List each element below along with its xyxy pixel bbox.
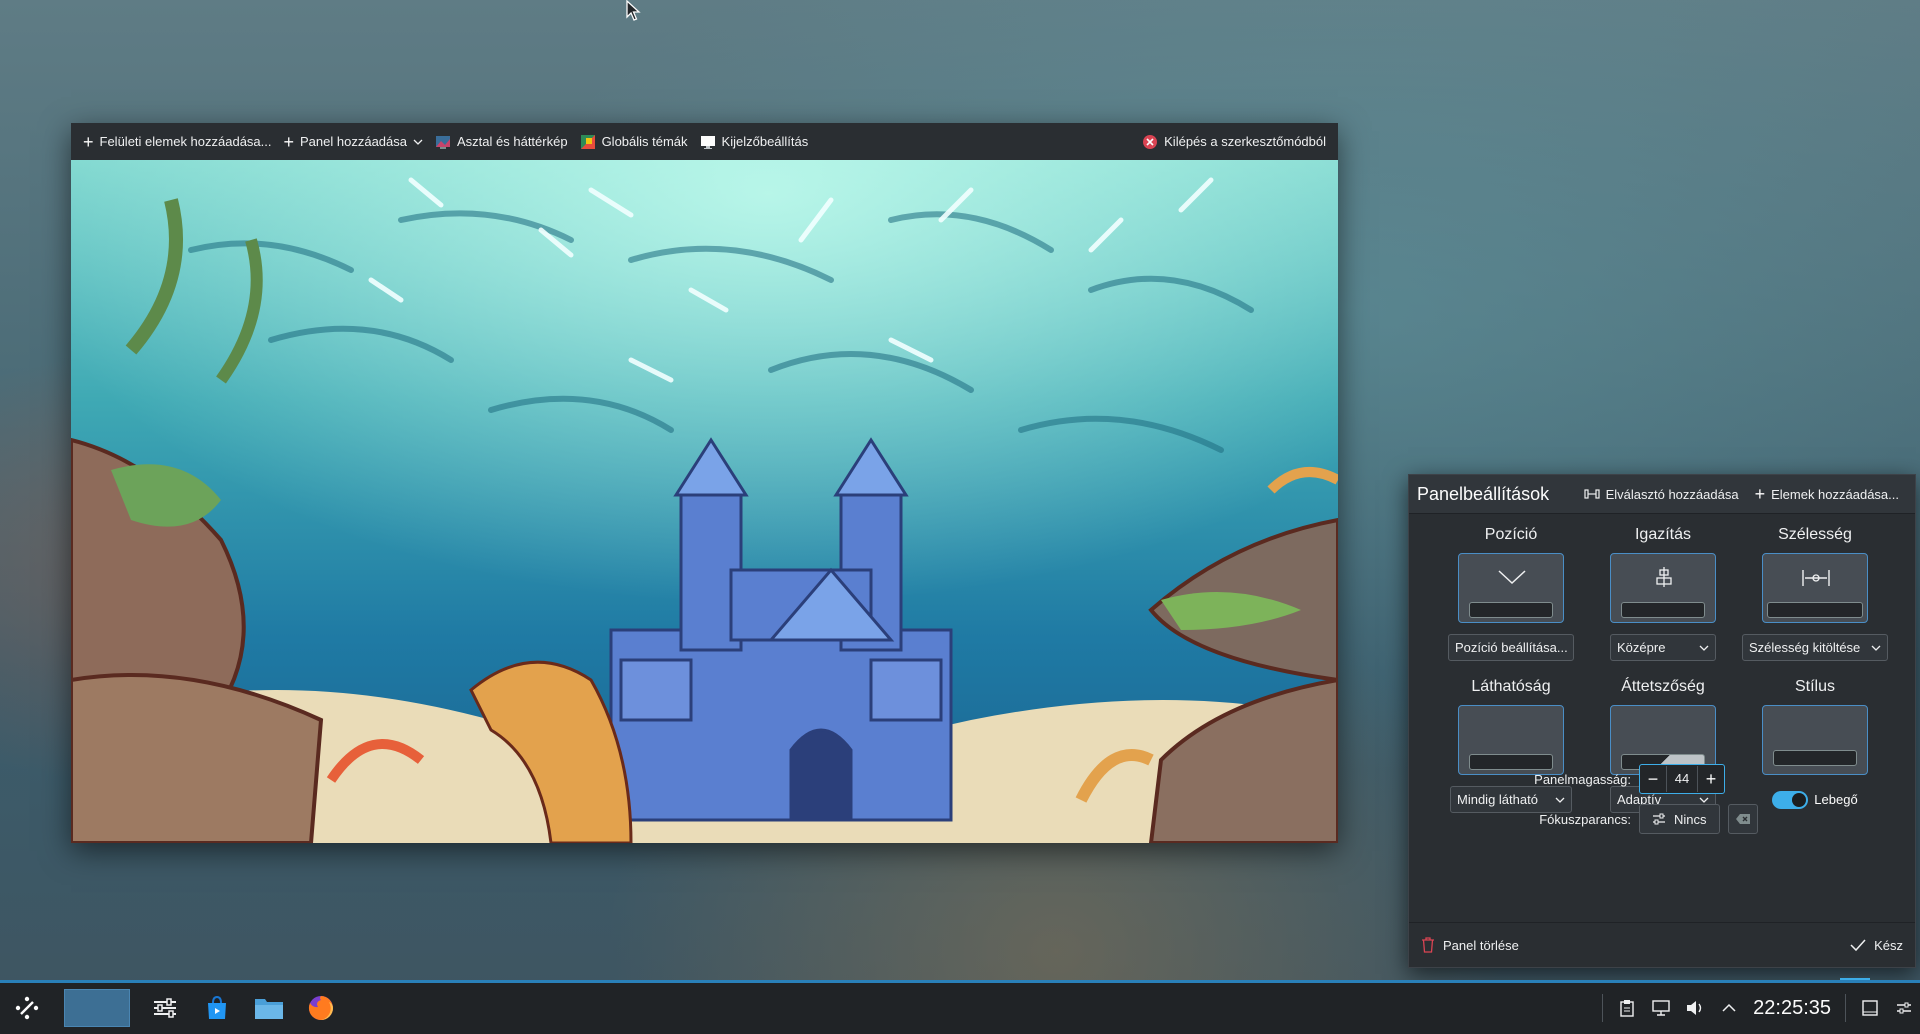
focus-shortcut-value: Nincs xyxy=(1674,811,1707,827)
trash-icon xyxy=(1422,937,1434,953)
edit-mode-toolbar: + Felületi elemek hozzáadása... + Panel … xyxy=(71,123,1338,160)
chevron-down-icon xyxy=(1699,645,1709,651)
mouse-cursor-icon xyxy=(626,0,641,21)
backspace-icon xyxy=(1735,814,1750,824)
align-center-icon xyxy=(1656,567,1672,587)
global-themes-label: Globális témák xyxy=(601,134,688,149)
application-launcher-icon[interactable] xyxy=(6,987,48,1029)
chevron-down-icon xyxy=(1871,645,1881,651)
tray-separator xyxy=(1845,994,1846,1022)
edit-mode-desktop-preview: + Felületi elemek hozzáadása... + Panel … xyxy=(71,123,1338,843)
visibility-label: Láthatóság xyxy=(1471,678,1551,695)
width-preview[interactable] xyxy=(1762,553,1868,623)
delete-panel-label: Panel törlése xyxy=(1443,937,1519,953)
chevron-down-icon xyxy=(413,139,423,145)
focus-shortcut-row: Fókuszparancs: Nincs xyxy=(1409,804,1915,834)
checkmark-icon xyxy=(1850,939,1866,952)
style-label: Stílus xyxy=(1794,678,1835,695)
alignment-preview[interactable] xyxy=(1610,553,1716,623)
done-label: Kész xyxy=(1874,937,1903,953)
configure-shortcut-icon xyxy=(1653,813,1665,825)
opacity-label: Áttetszőség xyxy=(1621,678,1705,695)
position-option: Pozíció Pozíció beállítása... xyxy=(1431,523,1591,661)
discover-icon[interactable] xyxy=(196,987,238,1029)
alignment-value: Középre xyxy=(1617,640,1666,655)
display-settings-button[interactable]: Kijelzőbeállítás xyxy=(694,127,815,157)
focus-shortcut-label: Fókuszparancs: xyxy=(1539,811,1631,827)
panel-height-label: Panelmagasság: xyxy=(1534,771,1631,787)
position-label: Pozíció xyxy=(1484,526,1538,543)
clear-shortcut-button[interactable] xyxy=(1727,804,1758,834)
panel-configure-icon[interactable] xyxy=(1894,998,1914,1018)
add-widgets-button[interactable]: + Felületi elemek hozzáadása... xyxy=(77,127,278,157)
desktop-wallpaper-label: Asztal és háttérkép xyxy=(457,134,568,149)
virtual-desktop-pager[interactable] xyxy=(64,989,130,1027)
panel-height-spinbox[interactable]: − 44 + xyxy=(1639,764,1725,794)
add-widgets-panel-button[interactable]: + Elemek hozzáadása... xyxy=(1747,485,1907,503)
fill-width-icon xyxy=(1802,570,1830,586)
plus-icon: + xyxy=(83,131,94,152)
wallpaper-icon xyxy=(436,135,450,149)
chevron-up-icon[interactable] xyxy=(1719,998,1739,1018)
volume-icon[interactable] xyxy=(1685,998,1705,1018)
spacer-icon xyxy=(1583,489,1600,499)
panel-height-value[interactable]: 44 xyxy=(1666,766,1698,792)
panel-settings-title: Panelbeállítások xyxy=(1417,483,1550,504)
alignment-option: Igazítás Középre xyxy=(1583,523,1743,661)
close-circle-icon xyxy=(1143,134,1158,149)
chevron-down-icon xyxy=(1699,797,1709,803)
position-preview[interactable] xyxy=(1458,553,1564,623)
plus-icon: + xyxy=(283,131,295,152)
add-panel-label: Panel hozzáadása xyxy=(300,134,407,149)
increase-button[interactable]: + xyxy=(1698,769,1724,790)
plus-icon: + xyxy=(1754,484,1766,504)
panel-settings-footer: Panel törlése Kész xyxy=(1409,922,1915,967)
global-themes-icon xyxy=(580,134,595,149)
digital-clock[interactable]: 22:25:35 xyxy=(1753,997,1831,1020)
firefox-icon[interactable] xyxy=(300,987,342,1029)
panel-bar-preview xyxy=(1621,602,1705,618)
chevron-down-icon xyxy=(1498,570,1526,585)
done-button[interactable]: Kész xyxy=(1850,938,1903,953)
alignment-select[interactable]: Középre xyxy=(1610,634,1716,661)
position-select-button[interactable]: Pozíció beállítása... xyxy=(1448,634,1574,661)
tray-separator xyxy=(1602,994,1604,1022)
taskbar-panel: 22:25:35 xyxy=(0,980,1920,1034)
panel-bar-preview xyxy=(1469,602,1553,618)
add-widgets-label: Felületi elemek hozzáadása... xyxy=(99,134,272,149)
delete-panel-button[interactable]: Panel törlése xyxy=(1421,937,1519,953)
underwater-castle-wallpaper xyxy=(71,160,1338,843)
desktop-wallpaper-button[interactable]: Asztal és háttérkép xyxy=(429,127,574,157)
panel-height-row: Panelmagasság: − 44 + xyxy=(1409,764,1915,794)
display-settings-label: Kijelzőbeállítás xyxy=(721,134,809,149)
add-panel-button[interactable]: + Panel hozzáadása xyxy=(278,127,430,157)
position-value: Pozíció beállítása... xyxy=(1455,640,1568,655)
width-select[interactable]: Szélesség kitöltése xyxy=(1742,634,1888,661)
exit-edit-mode-label: Kilépés a szerkesztőmódból xyxy=(1164,134,1326,149)
dolphin-icon[interactable] xyxy=(248,987,290,1029)
add-spacer-button[interactable]: Elválasztó hozzáadása xyxy=(1576,487,1747,502)
global-themes-button[interactable]: Globális témák xyxy=(574,127,694,157)
chevron-down-icon xyxy=(1555,797,1565,803)
panel-settings-header: Panelbeállítások Elválasztó hozzáadása +… xyxy=(1409,475,1915,514)
focus-shortcut-button[interactable]: Nincs xyxy=(1639,804,1720,834)
panel-bar-preview xyxy=(1767,602,1863,618)
show-desktop-icon[interactable] xyxy=(1860,998,1880,1018)
add-spacer-label: Elválasztó hozzáadása xyxy=(1605,486,1739,502)
decrease-button[interactable]: − xyxy=(1640,769,1666,790)
clipboard-icon[interactable] xyxy=(1617,998,1637,1018)
monitor-icon xyxy=(700,135,715,149)
system-settings-icon[interactable] xyxy=(144,987,186,1029)
width-option: Szélesség Szélesség kitöltése xyxy=(1735,523,1895,661)
width-label: Szélesség xyxy=(1778,526,1852,543)
exit-edit-mode-button[interactable]: Kilépés a szerkesztőmódból xyxy=(1136,127,1332,157)
width-value: Szélesség kitöltése xyxy=(1749,640,1861,655)
add-widgets-panel-label: Elemek hozzáadása... xyxy=(1771,486,1899,502)
system-tray: 22:25:35 xyxy=(1602,987,1914,1029)
network-icon[interactable] xyxy=(1651,998,1671,1018)
panel-settings-dialog: Panelbeállítások Elválasztó hozzáadása +… xyxy=(1408,474,1916,968)
taskbar-content: 22:25:35 xyxy=(6,987,1914,1029)
alignment-label: Igazítás xyxy=(1634,526,1692,543)
